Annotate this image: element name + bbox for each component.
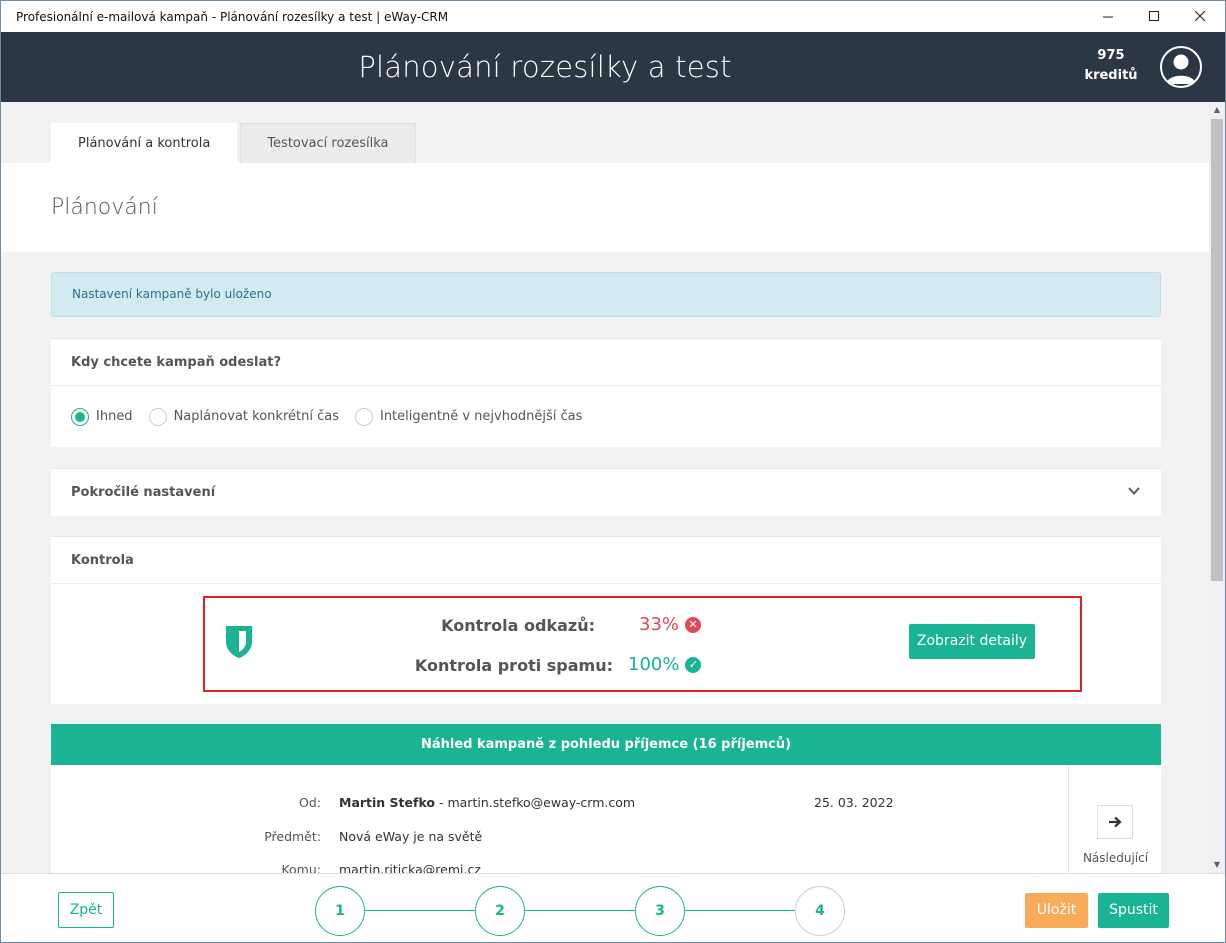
app-header: Plánování rozesílky a test 975 kreditů (1, 32, 1225, 102)
credits-display: 975 kreditů (1075, 46, 1147, 86)
arrow-right-icon (1108, 813, 1122, 831)
section-title: Plánování (51, 195, 158, 220)
credits-count: 975 (1097, 48, 1125, 63)
step-3[interactable]: 3 (635, 886, 685, 936)
close-icon[interactable] (1177, 1, 1223, 32)
main-content: Plánování Plánování a kontrola Testovací… (1, 102, 1209, 873)
minimize-icon[interactable] (1085, 1, 1131, 32)
scroll-down-icon[interactable]: ▼ (1209, 857, 1225, 873)
radio-label: Ihned (96, 409, 133, 424)
to-value: martin.riticka@remi.cz (339, 862, 481, 873)
user-avatar-icon[interactable] (1160, 46, 1202, 88)
scroll-up-icon[interactable]: ▲ (1209, 102, 1225, 118)
from-value: Martin Stefko - martin.stefko@eway-crm.c… (339, 795, 635, 810)
to-label: Komu: (281, 862, 321, 873)
links-check-value: 33% (639, 614, 680, 635)
subject-value: Nová eWay je na světě (339, 829, 483, 844)
send-time-panel: Kdy chcete kampaň odeslat? Ihned Napláno… (51, 338, 1161, 447)
tab-bar: Plánování a kontrola Testovací rozesílka (51, 123, 419, 163)
tab-planning[interactable]: Plánování a kontrola (51, 123, 238, 163)
spam-check-value-wrap: 100% ✓ (628, 654, 702, 675)
radio-smart[interactable]: Inteligentně v nejvhodnější čas (354, 407, 583, 426)
saved-alert: Nastavení kampaně bylo uloženo (51, 272, 1161, 317)
spam-check-label: Kontrola proti spamu: (414, 656, 613, 675)
advanced-panel[interactable]: Pokročilé nastavení (51, 468, 1161, 516)
advanced-panel-header[interactable]: Pokročilé nastavení (51, 469, 1161, 516)
from-label: Od: (299, 795, 321, 810)
next-recipient-label: Následující (1082, 851, 1149, 865)
maximize-icon[interactable] (1131, 1, 1177, 32)
step-1[interactable]: 1 (315, 886, 365, 936)
credits-label: kreditů (1084, 68, 1138, 83)
show-details-button[interactable]: Zobrazit detaily (909, 624, 1035, 659)
links-check-value-wrap: 33% ✕ (639, 614, 702, 635)
error-circle-icon: ✕ (685, 617, 702, 633)
section-header: Plánování (1, 163, 1209, 252)
save-button[interactable]: Uložit (1025, 893, 1088, 928)
radio-immediately[interactable]: Ihned (71, 407, 133, 426)
control-results-box: Kontrola odkazů: 33% ✕ Kontrola proti spa… (203, 596, 1082, 692)
scrollbar-thumb[interactable] (1211, 119, 1223, 581)
advanced-title: Pokročilé nastavení (71, 485, 216, 500)
radio-dot[interactable] (354, 407, 373, 426)
title-bar: Profesionální e-mailová kampaň - Plánová… (1, 1, 1225, 32)
radio-label: Naplánovat konkrétní čas (173, 409, 339, 424)
spam-check-value: 100% (628, 654, 680, 675)
check-circle-icon: ✓ (685, 657, 702, 673)
run-button[interactable]: Spustit (1098, 893, 1169, 928)
step-4[interactable]: 4 (795, 886, 845, 936)
preview-body: Od: Martin Stefko - martin.stefko@eway-c… (51, 765, 1161, 873)
step-2[interactable]: 2 (475, 886, 525, 936)
page-title: Plánování rozesílky a test (358, 50, 732, 84)
control-title: Kontrola (51, 537, 1161, 584)
next-recipient-column: Následující (1068, 765, 1161, 873)
links-check-label: Kontrola odkazů: (441, 616, 595, 635)
send-time-options: Ihned Naplánovat konkrétní čas Inteligen… (51, 386, 1161, 447)
from-email: - martin.stefko@eway-crm.com (435, 795, 636, 810)
radio-label: Inteligentně v nejvhodnější čas (379, 409, 583, 424)
preview-date: 25. 03. 2022 (814, 795, 894, 810)
radio-schedule[interactable]: Naplánovat konkrétní čas (148, 407, 339, 426)
back-button[interactable]: Zpět (58, 892, 114, 928)
send-time-title: Kdy chcete kampaň odeslat? (51, 339, 1161, 386)
window-title: Profesionální e-mailová kampaň - Plánová… (16, 9, 449, 24)
vertical-scrollbar[interactable]: ▲ ▼ (1209, 102, 1225, 873)
chevron-down-icon[interactable] (1127, 469, 1141, 516)
from-name: Martin Stefko (339, 795, 436, 810)
radio-dot[interactable] (71, 407, 89, 426)
steps-connector (339, 910, 819, 911)
wizard-footer: Zpět 1 2 3 4 Uložit Spustit (1, 873, 1225, 942)
preview-header: Náhled kampaně z pohledu příjemce (16 př… (51, 724, 1161, 765)
subject-label: Předmět: (264, 829, 321, 844)
tab-test-send[interactable]: Testovací rozesílka (240, 123, 416, 163)
radio-dot[interactable] (148, 407, 167, 426)
next-recipient-button[interactable] (1097, 805, 1133, 839)
app-window: Profesionální e-mailová kampaň - Plánová… (0, 0, 1226, 943)
control-panel: Kontrola Kontrola odkazů: 33% ✕ Kontrola… (51, 536, 1161, 704)
